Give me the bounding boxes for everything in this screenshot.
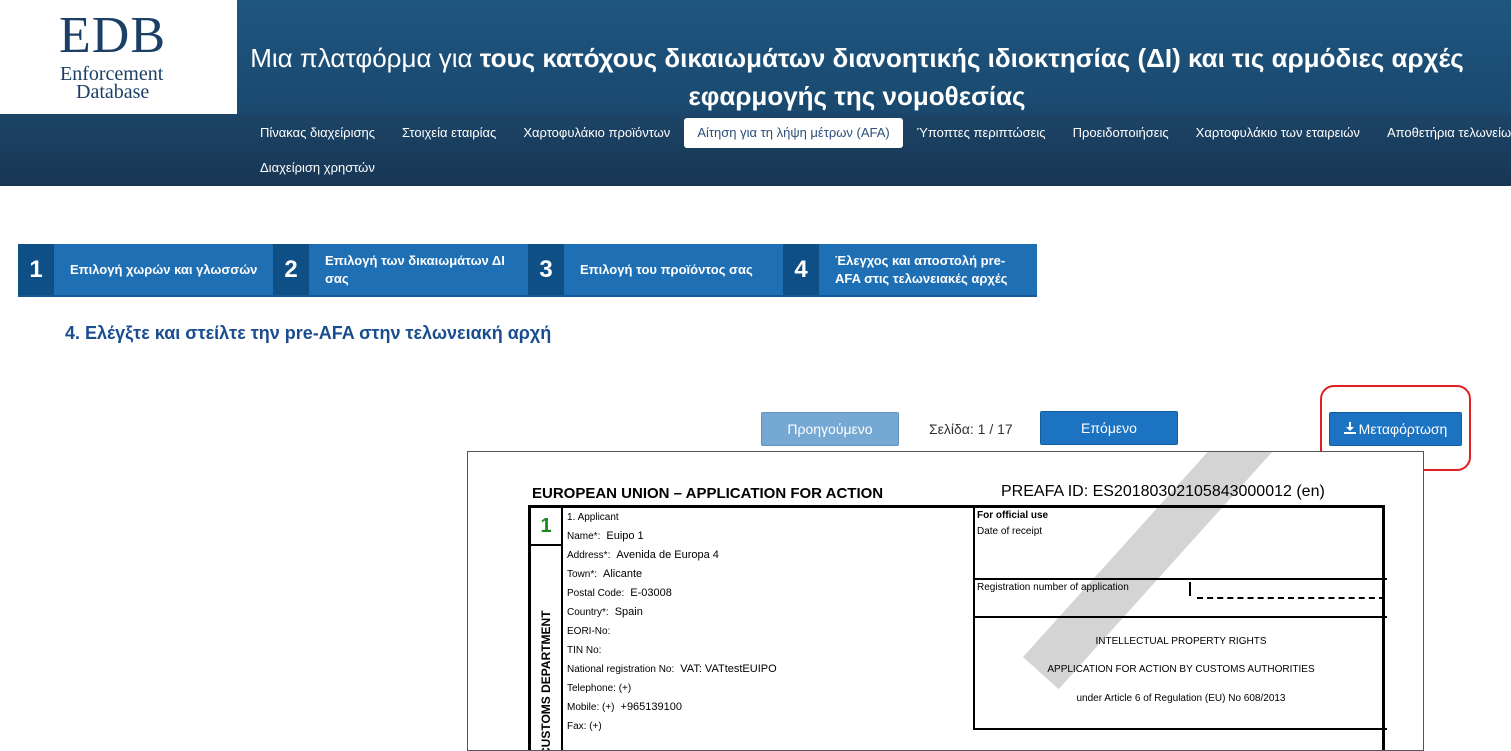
field-label: Name*: <box>567 531 601 542</box>
vertical-label: CUSTOMS DEPARTMENT <box>539 610 553 751</box>
nav-company-details[interactable]: Στοιχεία εταιρίας <box>389 118 509 148</box>
wizard-step-1[interactable]: 1 Επιλογή χωρών και γλωσσών <box>18 244 273 297</box>
wizard-step-2[interactable]: 2 Επιλογή των δικαιωμάτων ΔΙ σας <box>273 244 528 297</box>
divider <box>975 616 1387 618</box>
field-label: Telephone: (+) <box>567 683 632 694</box>
download-button[interactable]: Μεταφόρτωση <box>1329 412 1462 446</box>
field-label: 1. Applicant <box>567 512 619 523</box>
divider <box>975 728 1387 730</box>
document-preview[interactable]: EUROPEAN UNION – APPLICATION FOR ACTION … <box>467 451 1424 751</box>
download-label: Μεταφόρτωση <box>1358 421 1448 437</box>
applicant-fields: 1. Applicant Name*: Euipo 1 Address*: Aven… <box>567 508 777 736</box>
step-label: Έλεγχος και αποστολή pre-AFA στις τελωνε… <box>835 252 1008 286</box>
field-label: Country*: <box>567 607 609 618</box>
ipr-heading: INTELLECTUAL PROPERTY RIGHTS <box>1095 636 1267 647</box>
logo-line-2: Database <box>76 81 150 103</box>
official-use-box: For official use Date of receipt Registr… <box>973 508 1387 730</box>
field-row: National registration No: VAT: VATtestEUI… <box>567 660 777 679</box>
afa-heading: APPLICATION FOR ACTION BY CUSTOMS AUTHOR… <box>1047 664 1315 675</box>
step-label: Επιλογή χωρών και γλωσσών <box>70 261 258 277</box>
step-number: 2 <box>273 244 309 295</box>
field-value: VAT: VATtestEUIPO <box>680 663 777 675</box>
divider <box>975 578 1387 580</box>
field-label: Town*: <box>567 569 598 580</box>
field-value: +965139100 <box>620 701 682 713</box>
nav-afa[interactable]: Αίτηση για τη λήψη μέτρων (AFA) <box>684 118 903 148</box>
nav-user-management[interactable]: Διαχείριση χρηστών <box>260 160 375 175</box>
date-of-receipt-label: Date of receipt <box>977 526 1043 537</box>
application-form: 1 CUSTOMS DEPARTMENT 1. Applicant Name*:… <box>528 505 1387 751</box>
field-row: Telephone: (+) <box>567 679 777 698</box>
field-label: Postal Code: <box>567 588 625 599</box>
header: EDB Enforcement Database Μια πλατφόρμα γ… <box>0 0 1511 186</box>
field-row: 1. Applicant <box>567 508 777 527</box>
official-use-heading: For official use <box>977 510 1049 521</box>
field-value: Spain <box>614 606 643 618</box>
field-row: Address*: Avenida de Europa 4 <box>567 546 777 565</box>
nav-dashboard[interactable]: Πίνακας διαχείρισης <box>247 118 388 148</box>
tagline-bold: τους κατόχους δικαιωμάτων διανοητικής ιδ… <box>479 43 1464 73</box>
field-row: Name*: Euipo 1 <box>567 527 777 546</box>
regulation-reference: under Article 6 of Regulation (EU) No 60… <box>1076 693 1286 704</box>
field-label: Fax: (+) <box>567 721 602 732</box>
next-button[interactable]: Επόμενο <box>1040 411 1178 445</box>
step-label: Επιλογή των δικαιωμάτων ΔΙ σας <box>325 252 505 286</box>
field-value: Avenida de Europa 4 <box>616 549 719 561</box>
field-label: Mobile: (+) <box>567 702 615 713</box>
field-row: Fax: (+) <box>567 717 777 736</box>
field-row: Mobile: (+) +965139100 <box>567 698 777 717</box>
wizard-step-3[interactable]: 3 Επιλογή του προϊόντος σας <box>528 244 783 297</box>
nav-company-portfolio[interactable]: Χαρτοφυλάκιο των εταιρειών <box>1183 118 1373 148</box>
page-title: 4. Ελέγξτε και στείλτε την pre-AFA στην … <box>65 323 552 343</box>
nav-alerts[interactable]: Προειδοποιήσεις <box>1060 118 1182 148</box>
registration-dashed-line <box>1197 597 1385 599</box>
nav-product-portfolio[interactable]: Χαρτοφυλάκιο προϊόντων <box>510 118 683 148</box>
step-number: 3 <box>528 244 564 295</box>
registration-tick <box>1189 582 1191 596</box>
nav-customs-warehouses[interactable]: Αποθετήρια τελωνείων και <box>1374 118 1511 148</box>
field-value: Euipo 1 <box>606 530 644 542</box>
field-row: EORI-No: <box>567 622 777 641</box>
field-row: Postal Code: E-03008 <box>567 584 777 603</box>
field-row: Country*: Spain <box>567 603 777 622</box>
tagline-plain: Μια πλατφόρμα για <box>250 43 480 73</box>
previous-button[interactable]: Προηγούμενο <box>761 412 899 446</box>
vertical-label-column: CUSTOMS DEPARTMENT <box>531 546 563 751</box>
logo-acronym: EDB <box>59 7 166 64</box>
wizard-steps: 1 Επιλογή χωρών και γλωσσών 2 Επιλογή τω… <box>18 244 1037 297</box>
field-value: Alicante <box>603 568 643 580</box>
field-row: TIN No: <box>567 641 777 660</box>
field-label: EORI-No: <box>567 626 611 637</box>
nav-suspect-cases[interactable]: Ύποπτες περιπτώσεις <box>904 118 1059 148</box>
preafa-id: PREAFA ID: ES20180302105843000012 (en) <box>1001 483 1325 500</box>
field-value: E-03008 <box>630 587 672 599</box>
page-tagline-line-2: εφαρμογής της νομοθεσίας <box>688 81 1026 111</box>
step-label: Επιλογή του προϊόντος σας <box>580 261 753 277</box>
registration-number-label: Registration number of application <box>977 582 1129 593</box>
edb-logo[interactable]: EDB Enforcement Database <box>0 0 237 114</box>
field-label: National registration No: <box>567 664 675 675</box>
download-icon <box>1343 421 1356 437</box>
step-number: 1 <box>18 244 54 295</box>
field-row: Town*: Alicante <box>567 565 777 584</box>
page-tagline: Μια πλατφόρμα για τους κατόχους δικαιωμά… <box>237 40 1477 76</box>
wizard-step-4[interactable]: 4 Έλεγχος και αποστολή pre-AFA στις τελω… <box>783 244 1037 297</box>
page-indicator: Σελίδα: 1 / 17 <box>929 421 1013 437</box>
step-number: 4 <box>783 244 819 295</box>
section-number: 1 <box>531 508 563 546</box>
field-label: Address*: <box>567 550 611 561</box>
document-title: EUROPEAN UNION – APPLICATION FOR ACTION <box>532 485 884 502</box>
main-nav: Πίνακας διαχείρισης Στοιχεία εταιρίας Χα… <box>247 118 1511 148</box>
field-label: TIN No: <box>567 645 602 656</box>
